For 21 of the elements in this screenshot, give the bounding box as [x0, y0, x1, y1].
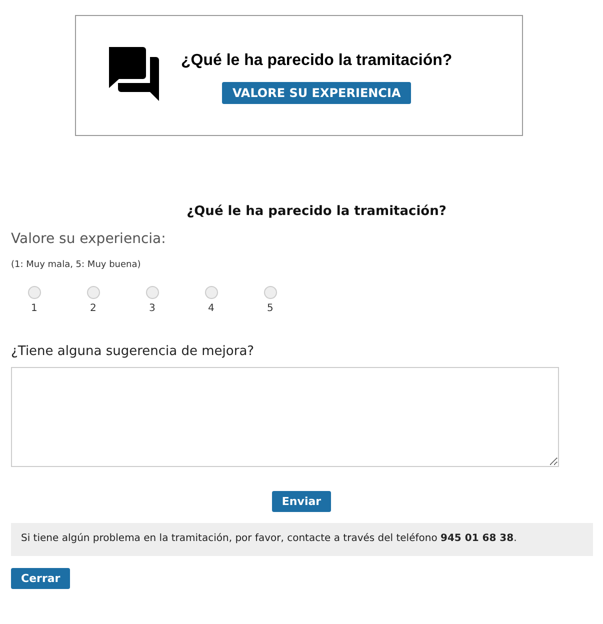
- rating-number: 3: [149, 303, 156, 314]
- rating-hint: (1: Muy mala, 5: Muy buena): [11, 260, 142, 270]
- rating-number: 1: [31, 303, 38, 314]
- rating-label: Valore su experiencia:: [11, 231, 167, 247]
- rating-radio[interactable]: [146, 286, 159, 299]
- notice-text: Si tiene algún problema en la tramitación, por favor, contacte a través del teléfono 945 01 68 38.: [21, 533, 517, 544]
- rating-number: 5: [267, 303, 274, 314]
- submit-button[interactable]: Enviar: [272, 491, 332, 512]
- rating-number: 2: [90, 303, 96, 314]
- rate-experience-button[interactable]: VALORE SU EXPERIENCIA: [222, 82, 411, 104]
- close-button[interactable]: Cerrar: [11, 568, 70, 589]
- suggestion-label: ¿Tiene alguna sugerencia de mejora?: [11, 344, 256, 359]
- chat-bubbles-icon: [107, 47, 161, 101]
- rating-radio[interactable]: [28, 286, 41, 299]
- rating-radio[interactable]: [205, 286, 218, 299]
- form-heading: ¿Qué le ha parecido la tramitación?: [186, 204, 448, 219]
- rating-number: 4: [208, 303, 214, 314]
- rating-radio[interactable]: [87, 286, 100, 299]
- banner-question: ¿Qué le ha parecido la tramitación?: [181, 52, 452, 70]
- suggestion-field[interactable]: [11, 367, 559, 467]
- rating-radio[interactable]: [264, 286, 277, 299]
